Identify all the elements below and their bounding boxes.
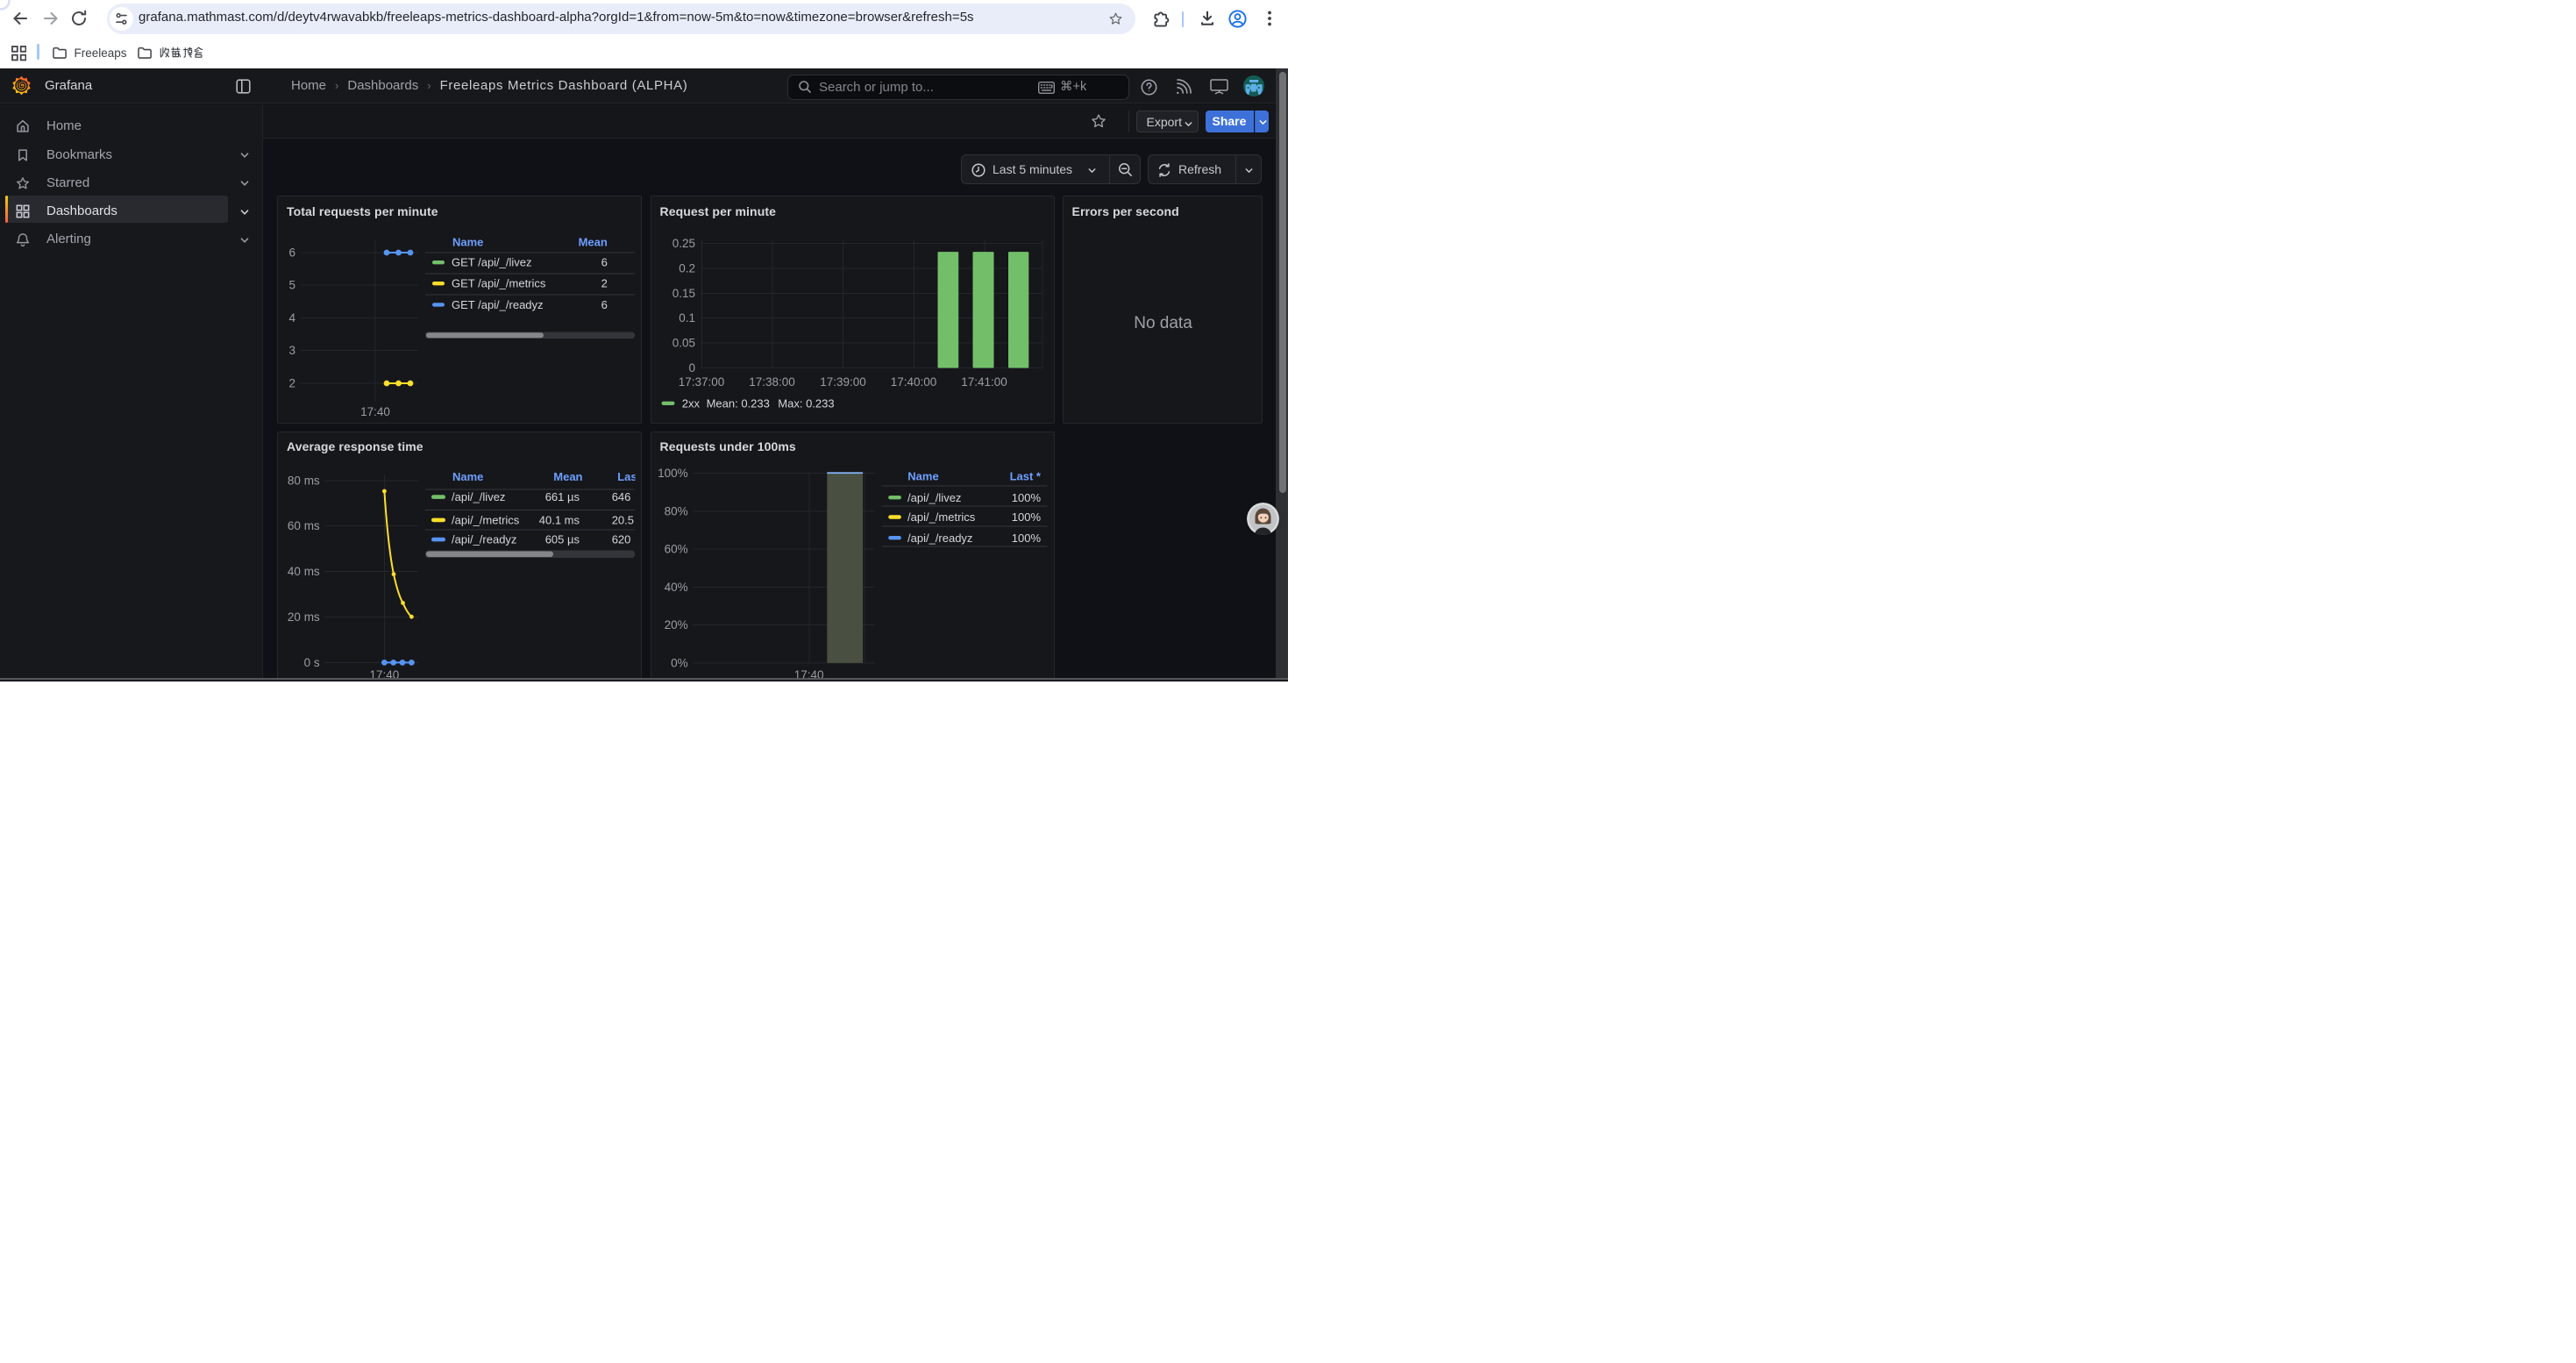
svg-text:5: 5 [288, 279, 295, 292]
svg-text:17:40: 17:40 [360, 405, 390, 418]
svg-text:6: 6 [601, 256, 608, 269]
svg-text:0.05: 0.05 [672, 337, 694, 350]
svg-text:6: 6 [601, 298, 608, 311]
svg-text:Last *: Last * [1009, 469, 1041, 482]
svg-text:100%: 100% [1011, 490, 1041, 503]
svg-text:100%: 100% [1011, 531, 1041, 544]
svg-text:/api/_/metrics: /api/_/metrics [452, 513, 520, 526]
svg-text:GET /api/_/readyz: GET /api/_/readyz [452, 298, 544, 311]
svg-text:2: 2 [288, 377, 295, 390]
svg-text:40%: 40% [664, 580, 687, 593]
svg-text:620: 620 [612, 532, 631, 546]
svg-text:GET /api/_/metrics: GET /api/_/metrics [452, 277, 546, 290]
svg-text:Mean: Mean [553, 470, 582, 483]
svg-text:100%: 100% [1011, 510, 1041, 524]
svg-text:/api/_/readyz: /api/_/readyz [452, 532, 516, 546]
svg-text:80 ms: 80 ms [288, 474, 320, 487]
svg-text:6: 6 [288, 246, 295, 260]
svg-text:17:39:00: 17:39:00 [820, 375, 866, 389]
svg-text:GET /api/_/livez: GET /api/_/livez [452, 256, 532, 269]
svg-text:0.25: 0.25 [672, 237, 694, 250]
svg-text:0 s: 0 s [304, 655, 320, 668]
svg-text:17:40:00: 17:40:00 [890, 375, 936, 389]
svg-text:3: 3 [288, 344, 295, 357]
svg-text:100%: 100% [658, 467, 688, 480]
svg-text:Max: 0.233: Max: 0.233 [778, 396, 834, 410]
svg-text:0.1: 0.1 [679, 311, 695, 325]
svg-text:Mean: 0.233: Mean: 0.233 [706, 396, 769, 410]
svg-text:17:38:00: 17:38:00 [749, 375, 795, 389]
svg-text:2xx: 2xx [681, 396, 700, 410]
svg-text:20%: 20% [664, 618, 687, 632]
svg-text:0: 0 [688, 361, 695, 375]
svg-text:646: 646 [612, 490, 631, 503]
svg-text:0.15: 0.15 [672, 287, 694, 300]
svg-text:20 ms: 20 ms [288, 610, 320, 624]
svg-text:605 µs: 605 µs [545, 532, 580, 546]
svg-text:Mean: Mean [579, 236, 608, 249]
svg-text:4: 4 [288, 311, 295, 325]
svg-text:Name: Name [452, 470, 483, 483]
svg-text:2: 2 [601, 277, 608, 290]
svg-text:0%: 0% [671, 656, 688, 669]
svg-text:17:37:00: 17:37:00 [678, 375, 724, 389]
svg-text:60 ms: 60 ms [288, 519, 320, 532]
svg-text:/api/_/livez: /api/_/livez [452, 490, 505, 503]
svg-text:40 ms: 40 ms [288, 565, 320, 578]
svg-text:80%: 80% [664, 504, 687, 517]
svg-text:/api/_/metrics: /api/_/metrics [907, 510, 976, 524]
svg-text:/api/_/readyz: /api/_/readyz [907, 531, 972, 544]
svg-text:0.2: 0.2 [679, 261, 695, 275]
svg-text:60%: 60% [664, 542, 687, 555]
svg-text:661 µs: 661 µs [545, 490, 580, 503]
svg-text:17:41:00: 17:41:00 [961, 375, 1007, 389]
svg-text:Name: Name [452, 236, 483, 249]
svg-text:Name: Name [907, 469, 938, 482]
svg-text:/api/_/livez: /api/_/livez [907, 490, 961, 503]
svg-text:40.1 ms: 40.1 ms [539, 513, 580, 526]
